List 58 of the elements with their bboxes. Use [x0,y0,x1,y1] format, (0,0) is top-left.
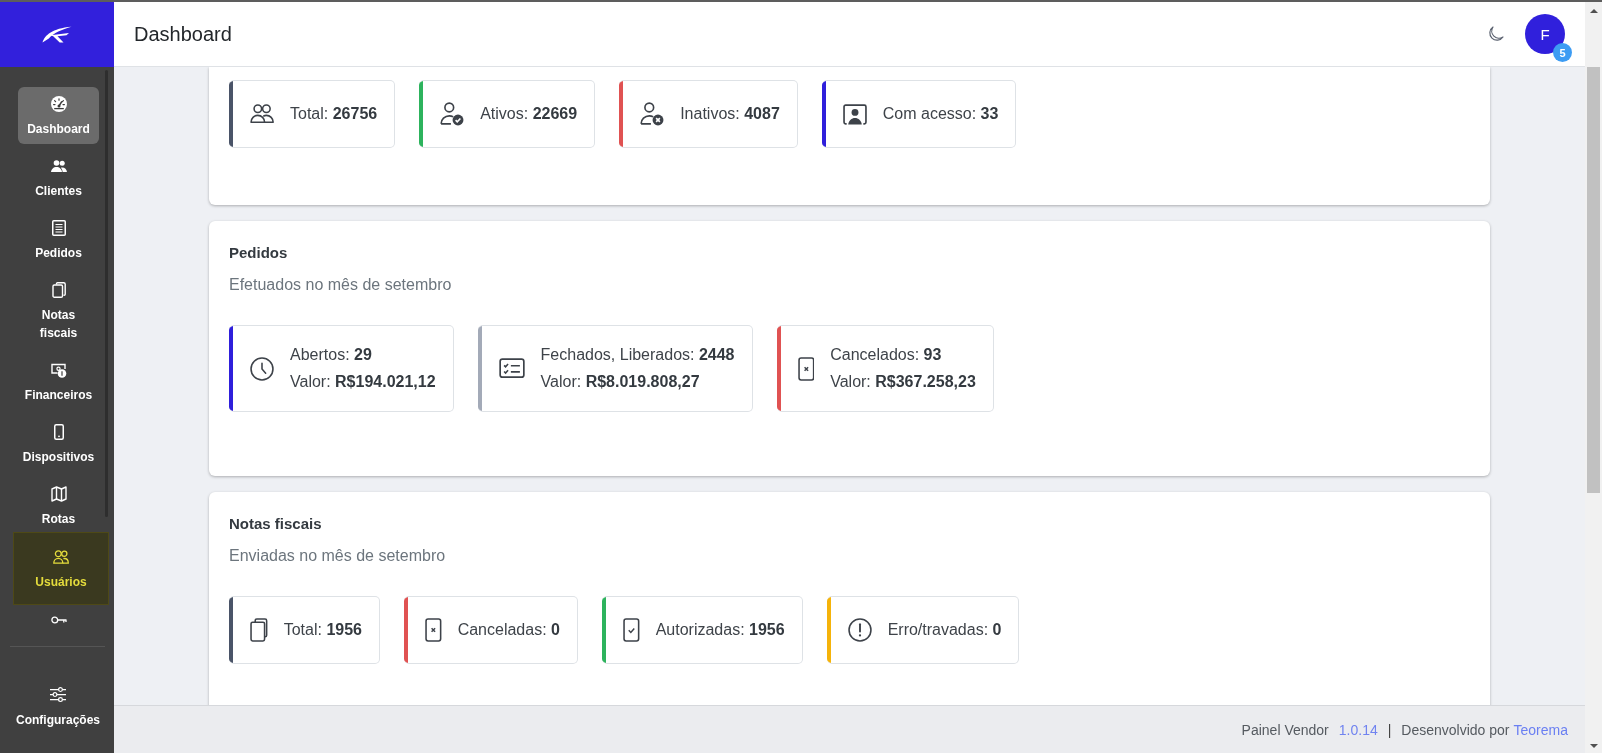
separator-text: | [1387,721,1392,738]
user-x-icon [640,102,665,126]
moon-icon[interactable] [1488,26,1504,42]
list-icon [51,220,66,236]
key-icon [50,616,67,624]
scroll-down-icon[interactable] [1589,744,1598,748]
section-title: Pedidos [229,243,289,263]
nav-item[interactable]: Clientes [18,149,99,206]
logo-icon [42,26,72,43]
checklist-icon [498,358,525,379]
section-subtitle: Efetuados no mês de setembro [229,275,453,295]
document-x-icon [424,618,442,642]
app-name: Painel Vendor [1241,721,1329,738]
stat-text: Valor: R$8.019.808,27 [540,372,701,392]
page-title: Dashboard [134,22,232,46]
notification-badge: 5 [1553,43,1572,62]
nav-item[interactable]: Notas fiscais [18,273,99,348]
scrollbar-thumb[interactable] [1587,67,1600,493]
nav-item[interactable]: Usuários [13,532,109,605]
section-subtitle: Enviadas no mês de setembro [229,546,447,566]
person-screen-icon [842,103,867,125]
documents-icon [51,282,66,298]
stat-text: Com acesso: 33 [882,104,999,124]
credit-text: Desenvolvido por [1401,721,1510,738]
user-check-icon [440,102,465,126]
nav-item[interactable]: Dispositivos [18,415,99,472]
stat-text: Cancelados: 93 [830,345,943,365]
stat-text: Ativos: 22669 [480,104,578,124]
banknote-coin-icon [50,362,67,378]
document-x-icon [797,356,815,381]
scroll-up-icon[interactable] [1589,9,1598,13]
stat-text: Autorizadas: 1956 [655,620,785,640]
stat-text: Fechados, Liberados: 2448 [540,345,735,365]
documents-icon [250,618,268,642]
nav-item[interactable]: Dashboard [18,87,99,144]
settings-icon [50,687,66,703]
nav-item[interactable]: Configurações [11,678,105,735]
exclamation-circle-icon [847,618,872,642]
nav-item[interactable]: Rotas [18,477,99,534]
stat-text: Valor: R$194.021,12 [290,372,436,392]
section-title: Notas fiscais [229,514,323,534]
nav-item[interactable]: Financeiros [18,353,99,410]
stat-text: Inativos: 4087 [680,104,780,124]
stat-text: Erro/travadas: 0 [887,620,1002,640]
stat-text: Abertos: 29 [290,345,373,365]
people-icon [50,159,67,173]
people-outline-icon [53,550,69,564]
stat-text: Canceladas: 0 [457,620,560,640]
users-icon [250,104,274,124]
phone-icon [53,424,64,440]
gauge-icon [50,96,67,112]
stat-text: Total: 26756 [290,104,378,124]
document-check-icon [622,618,640,642]
clock-icon [250,356,274,381]
stat-text: Valor: R$367.258,23 [830,372,976,392]
map-icon [50,486,67,502]
stat-text: Total: 1956 [283,620,362,640]
nav-item[interactable]: Pedidos [18,211,99,268]
